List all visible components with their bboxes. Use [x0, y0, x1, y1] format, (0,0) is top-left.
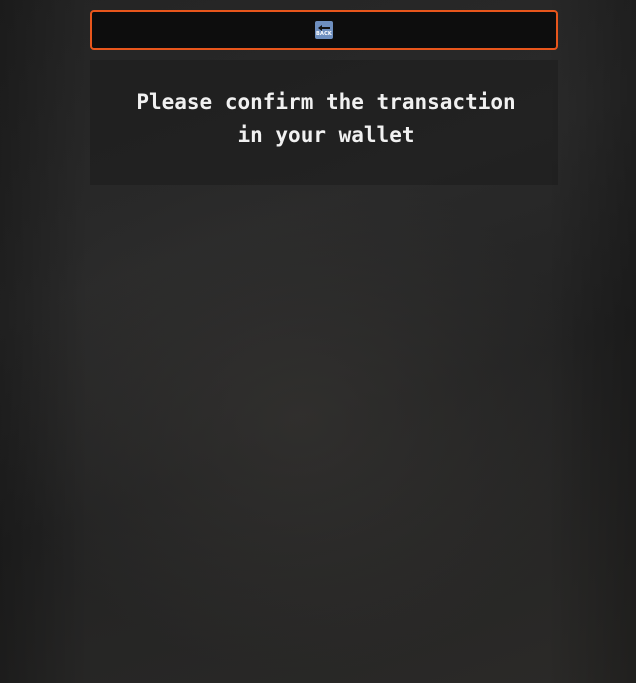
back-arrow-icon: BACK — [315, 21, 333, 39]
back-button[interactable]: BACK — [90, 10, 558, 50]
back-icon-label: BACK — [315, 31, 333, 37]
confirm-transaction-message: Please confirm the transaction in your w… — [136, 90, 516, 147]
